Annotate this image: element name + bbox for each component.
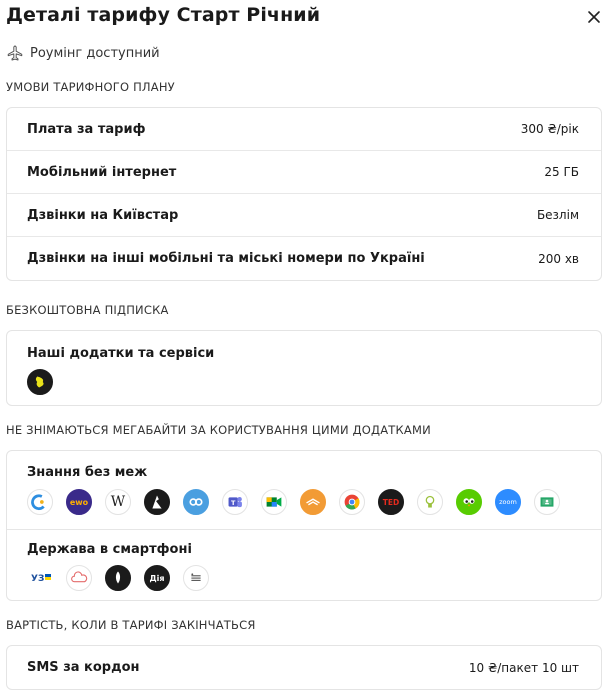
roaming-status: Роумінг доступний — [6, 44, 160, 62]
roaming-label: Роумінг доступний — [30, 45, 160, 61]
ewo-app-icon[interactable]: ewo — [66, 489, 92, 515]
google-meet-icon[interactable] — [261, 489, 287, 515]
section-after-limits-label: ВАРТІСТЬ, КОЛИ В ТАРИФІ ЗАКІНЧАТЬСЯ — [6, 618, 256, 632]
row-label: Мобільний інтернет — [27, 164, 177, 180]
table-row: Плата за тариф 300 ₴/рік — [7, 108, 601, 151]
row-value: 10 ₴/пакет 10 шт — [468, 660, 579, 675]
ukrainian-lessons-icon[interactable] — [144, 489, 170, 515]
table-row: Дзвінки на Київстар Безлім — [7, 194, 601, 237]
duolingo-icon[interactable] — [456, 489, 482, 515]
row-value: 200 хв — [538, 251, 579, 266]
section-conditions-label: УМОВИ ТАРИФНОГО ПЛАНУ — [6, 80, 175, 94]
edu-app-icon[interactable] — [27, 489, 53, 515]
gov-service-icon[interactable] — [183, 565, 209, 591]
row-value: 25 ГБ — [544, 165, 579, 179]
section-subscription-label: БЕЗКОШТОВНА ПІДПИСКА — [6, 303, 169, 317]
after-limits-card: SMS за кордон 10 ₴/пакет 10 шт — [6, 645, 602, 690]
zero-rated-card: Знання без меж ewo W T TED zoom Держава … — [6, 450, 602, 601]
trident-icon[interactable] — [105, 565, 131, 591]
row-label: Плата за тариф — [27, 121, 146, 137]
zoom-icon[interactable]: zoom — [495, 489, 521, 515]
tariff-details-page: Деталі тарифу Старт Річний Роумінг досту… — [0, 0, 611, 699]
idea-app-icon[interactable] — [417, 489, 443, 515]
airplane-icon — [7, 45, 23, 61]
section-zero-rated-label: НЕ ЗНІМАЮТЬСЯ МЕГАБАЙТИ ЗА КОРИСТУВАННЯ … — [6, 423, 431, 437]
row-value: 300 ₴/рік — [520, 122, 579, 136]
coursera-icon[interactable] — [183, 489, 209, 515]
row-value: Безлім — [536, 208, 579, 222]
ted-icon[interactable]: TED — [378, 489, 404, 515]
wikipedia-icon[interactable]: W — [105, 489, 131, 515]
google-classroom-icon[interactable] — [534, 489, 560, 515]
audible-icon[interactable] — [300, 489, 326, 515]
teams-icon[interactable]: T — [222, 489, 248, 515]
conditions-card: Плата за тариф 300 ₴/рік Мобільний інтер… — [6, 107, 602, 281]
row-label: Дзвінки на Київстар — [27, 207, 179, 223]
cloud-service-icon[interactable] — [66, 565, 92, 591]
close-icon[interactable] — [585, 8, 603, 26]
chrome-icon[interactable] — [339, 489, 365, 515]
subscription-card: Наші додатки та сервіси — [6, 330, 602, 406]
uz-railway-icon[interactable]: УЗ — [27, 565, 53, 591]
table-row: Дзвінки на інші мобільні та міські номер… — [7, 237, 601, 280]
diia-icon[interactable]: Дія — [144, 565, 170, 591]
table-row: SMS за кордон 10 ₴/пакет 10 шт — [7, 646, 601, 689]
svg-text:УЗ: УЗ — [31, 574, 44, 584]
subscription-title: Наші додатки та сервіси — [27, 346, 215, 361]
state-group-title: Держава в смартфоні — [27, 542, 192, 557]
page-title: Деталі тарифу Старт Річний — [6, 4, 321, 26]
row-label: SMS за кордон — [27, 660, 140, 675]
app-service-icon[interactable] — [27, 369, 53, 395]
row-label: Дзвінки на інші мобільні та міські номер… — [27, 251, 425, 266]
table-row: Мобільний інтернет 25 ГБ — [7, 151, 601, 194]
svg-text:T: T — [231, 499, 236, 507]
knowledge-group-title: Знання без меж — [27, 465, 148, 480]
